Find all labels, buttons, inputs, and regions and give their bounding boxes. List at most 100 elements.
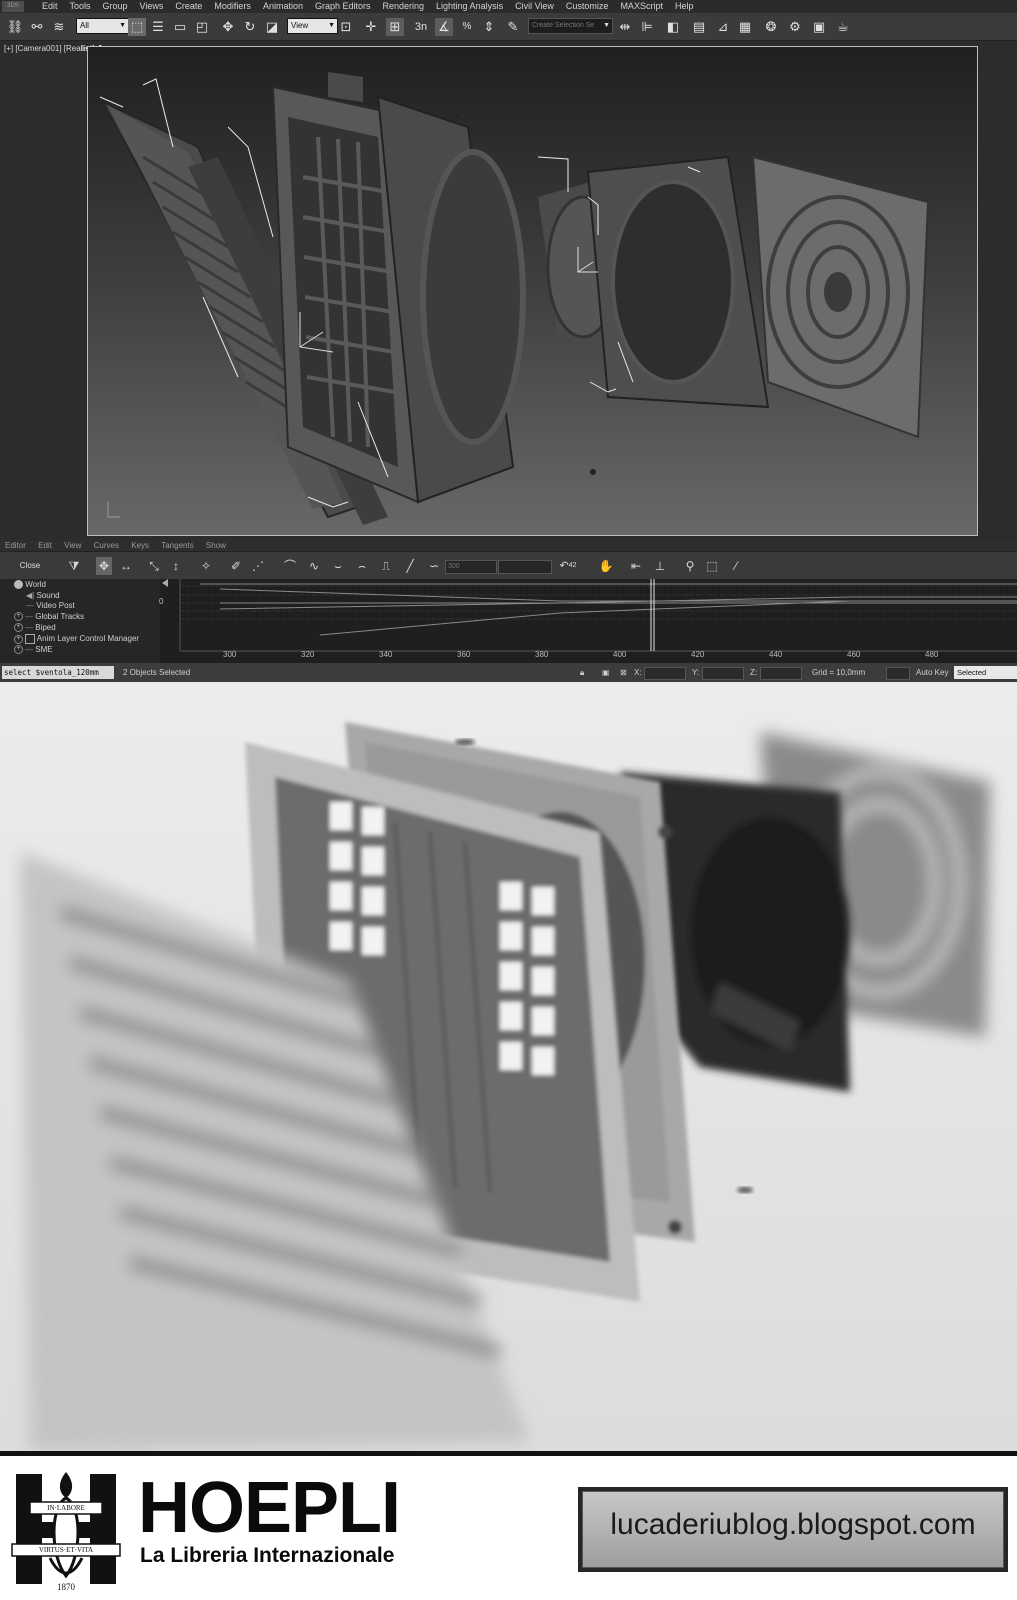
key-filter-dropdown[interactable]: Selected <box>954 666 1017 679</box>
selection-lock-icon[interactable]: ▣ <box>602 663 610 682</box>
curve-graph[interactable]: 0 300 320 340 360 380 400 420 440 460 48… <box>159 579 1017 663</box>
move-icon[interactable]: ✥ <box>219 18 237 36</box>
rotate-icon[interactable]: ↻ <box>241 18 259 36</box>
zoom-region-icon[interactable]: ⬚ <box>704 557 720 575</box>
zoom-icon[interactable]: ⚲ <box>682 557 698 575</box>
spinner-snap-icon[interactable]: ⇕ <box>480 18 498 36</box>
absolute-mode-icon[interactable]: ⊠ <box>620 663 627 682</box>
selection-filter-dropdown[interactable]: All ▼ <box>76 18 129 34</box>
z-coord-field[interactable] <box>760 667 802 680</box>
align-icon[interactable]: ⊫ <box>638 18 656 36</box>
tangent-smooth-icon[interactable]: ∽ <box>426 557 442 575</box>
add-keys-icon[interactable]: ✧ <box>198 557 214 575</box>
expand-icon[interactable]: + <box>14 634 23 644</box>
tangent-fast-icon[interactable]: ⌣ <box>330 557 346 575</box>
menu-customize[interactable]: Customize <box>562 0 617 13</box>
menu-tools[interactable]: Tools <box>66 0 99 13</box>
set-key-filters-button[interactable] <box>886 667 910 680</box>
frame-horizontal-icon[interactable]: ⇤ <box>628 557 644 575</box>
auto-key-button[interactable]: Auto Key <box>916 663 948 682</box>
track-video-post[interactable]: — Video Post <box>26 601 75 610</box>
ce-menu-tangents[interactable]: Tangents <box>161 541 193 550</box>
menu-graph-editors[interactable]: Graph Editors <box>311 0 379 13</box>
slide-keys-icon[interactable]: ↔ <box>118 557 134 575</box>
frame-field[interactable]: 300 <box>445 560 497 574</box>
percent-snap-icon[interactable]: % <box>458 18 476 36</box>
track-sound[interactable]: ◀| Sound <box>26 591 60 600</box>
angle-snap-icon[interactable]: ∡ <box>435 18 453 36</box>
rect-region-icon[interactable]: ▭ <box>171 18 189 36</box>
move-keys-icon[interactable]: ✥ <box>96 557 112 575</box>
tangent-custom-icon[interactable]: ∿ <box>306 557 322 575</box>
tangent-linear-icon[interactable]: ╱ <box>402 557 418 575</box>
frame-value-icon[interactable]: ⊥ <box>652 557 668 575</box>
unlink-icon[interactable]: ⚯ <box>28 18 46 36</box>
schematic-icon[interactable]: ▦ <box>736 18 754 36</box>
menu-modifiers[interactable]: Modifiers <box>210 0 259 13</box>
layer-icon[interactable]: ◧ <box>664 18 682 36</box>
select-manipulate-icon[interactable]: ✛ <box>362 18 380 36</box>
tangent-slow-icon[interactable]: ⌢ <box>354 557 370 575</box>
render-icon[interactable]: ☕ <box>834 18 852 36</box>
ce-menu-editor[interactable]: Editor <box>5 541 26 550</box>
named-selection-set-field[interactable]: Create Selection Se ▼ <box>528 18 613 34</box>
pan-icon[interactable]: ✋ <box>598 557 614 575</box>
camera-viewport[interactable] <box>87 46 978 536</box>
tangent-step-icon[interactable]: ⎍ <box>378 557 394 575</box>
menu-rendering[interactable]: Rendering <box>379 0 433 13</box>
expand-icon[interactable]: + <box>14 623 23 633</box>
ce-menu-edit[interactable]: Edit <box>38 541 52 550</box>
menu-lighting-analysis[interactable]: Lighting Analysis <box>432 0 511 13</box>
scroll-arrow-icon[interactable] <box>162 579 168 587</box>
value-field[interactable] <box>498 560 552 574</box>
menu-group[interactable]: Group <box>99 0 136 13</box>
reference-coord-dropdown[interactable]: View ▼ <box>287 18 338 34</box>
menu-civil-view[interactable]: Civil View <box>511 0 562 13</box>
filter-icon[interactable]: ⧩ <box>66 557 82 575</box>
curve-editor-icon[interactable]: ⊿ <box>714 18 732 36</box>
scale-keys-icon[interactable]: ⤡ <box>146 557 162 575</box>
track-anim-layer[interactable]: + Anim Layer Control Manager <box>14 634 139 644</box>
menu-edit[interactable]: Edit <box>38 0 66 13</box>
close-button[interactable]: Close <box>10 559 50 573</box>
menu-create[interactable]: Create <box>171 0 210 13</box>
edit-named-sets-icon[interactable]: ✎ <box>504 18 522 36</box>
ribbon-icon[interactable]: ▤ <box>690 18 708 36</box>
ce-menu-curves[interactable]: Curves <box>94 541 119 550</box>
isolate-curve-icon[interactable]: ⁄ <box>728 557 744 575</box>
reduce-keys-icon[interactable]: ⋰ <box>250 557 266 575</box>
y-coord-field[interactable] <box>702 667 744 680</box>
snap-toggle-icon[interactable]: 3n <box>412 18 430 36</box>
menu-help[interactable]: Help <box>671 0 702 13</box>
viewport-label-prefix[interactable]: [+] [Camera001] [Rea <box>4 44 81 53</box>
x-coord-field[interactable] <box>644 667 686 680</box>
track-world[interactable]: World <box>14 580 46 590</box>
scale-icon[interactable]: ◪ <box>263 18 281 36</box>
select-object-icon[interactable]: ⬚ <box>128 18 146 36</box>
rendered-frame-icon[interactable]: ▣ <box>810 18 828 36</box>
mirror-icon[interactable]: ⇹ <box>616 18 634 36</box>
app-logo-icon[interactable]: 3DS <box>2 1 24 12</box>
track-global-tracks[interactable]: + — Global Tracks <box>14 612 84 622</box>
link-icon[interactable]: ⛓ <box>6 18 24 36</box>
ce-menu-keys[interactable]: Keys <box>131 541 149 550</box>
maxscript-listener-field[interactable]: select $ventola_120mm <box>2 666 114 679</box>
track-sme[interactable]: + — SME <box>14 645 53 655</box>
lock-icon[interactable]: 🔒︎ <box>580 663 584 682</box>
menu-maxscript[interactable]: MAXScript <box>616 0 671 13</box>
select-by-name-icon[interactable]: ☰ <box>149 18 167 36</box>
pivot-icon[interactable]: ⊡ <box>337 18 355 36</box>
keyboard-shortcut-icon[interactable]: ⊞ <box>386 18 404 36</box>
window-crossing-icon[interactable]: ◰ <box>193 18 211 36</box>
bind-space-warp-icon[interactable]: ≋ <box>50 18 68 36</box>
scale-values-icon[interactable]: ↕ <box>168 557 184 575</box>
menu-animation[interactable]: Animation <box>259 0 311 13</box>
tangent-auto-icon[interactable]: ⌒ <box>282 557 298 575</box>
ce-menu-show[interactable]: Show <box>206 541 226 550</box>
material-editor-icon[interactable]: ❂ <box>762 18 780 36</box>
render-setup-icon[interactable]: ⚙ <box>786 18 804 36</box>
expand-icon[interactable]: + <box>14 645 23 655</box>
ce-menu-view[interactable]: View <box>64 541 81 550</box>
draw-curves-icon[interactable]: ✐ <box>228 557 244 575</box>
expand-icon[interactable]: + <box>14 612 23 622</box>
